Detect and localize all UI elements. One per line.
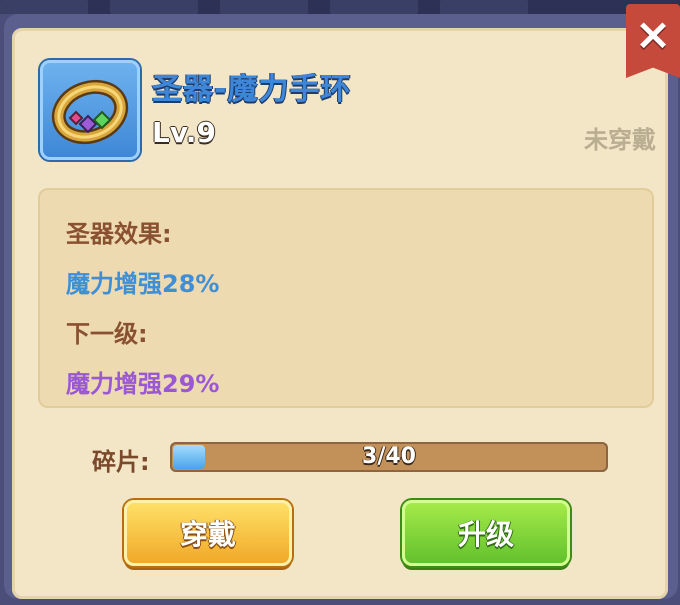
effects-title: 圣器效果: (66, 220, 172, 248)
shard-count: 3/40 (362, 444, 416, 469)
next-effect: 魔力增强29% (66, 370, 220, 398)
equip-status: 未穿戴 (584, 126, 656, 154)
item-level: Lv.9 (152, 116, 216, 149)
background-slot (330, 0, 418, 14)
upgrade-button[interactable]: 升级 (402, 500, 570, 566)
background-slot (110, 0, 198, 14)
shard-progress-bar: 3/40 (170, 442, 608, 472)
equip-button[interactable]: 穿戴 (124, 500, 292, 566)
bracelet-icon (51, 79, 129, 145)
effects-box: 圣器效果: 魔力增强28% 下一级: 魔力增强29% (38, 188, 654, 408)
top-strip (0, 0, 680, 14)
current-effect: 魔力增强28% (66, 270, 220, 298)
shard-label: 碎片: (92, 448, 150, 476)
item-name: 圣器-魔力手环 (152, 72, 352, 107)
item-icon-frame (40, 60, 140, 160)
next-level-title: 下一级: (66, 320, 148, 348)
background-slot (0, 0, 88, 14)
close-icon: × (634, 9, 672, 60)
background-slot (440, 0, 528, 14)
background-slot (220, 0, 308, 14)
close-button[interactable]: × (626, 4, 680, 78)
